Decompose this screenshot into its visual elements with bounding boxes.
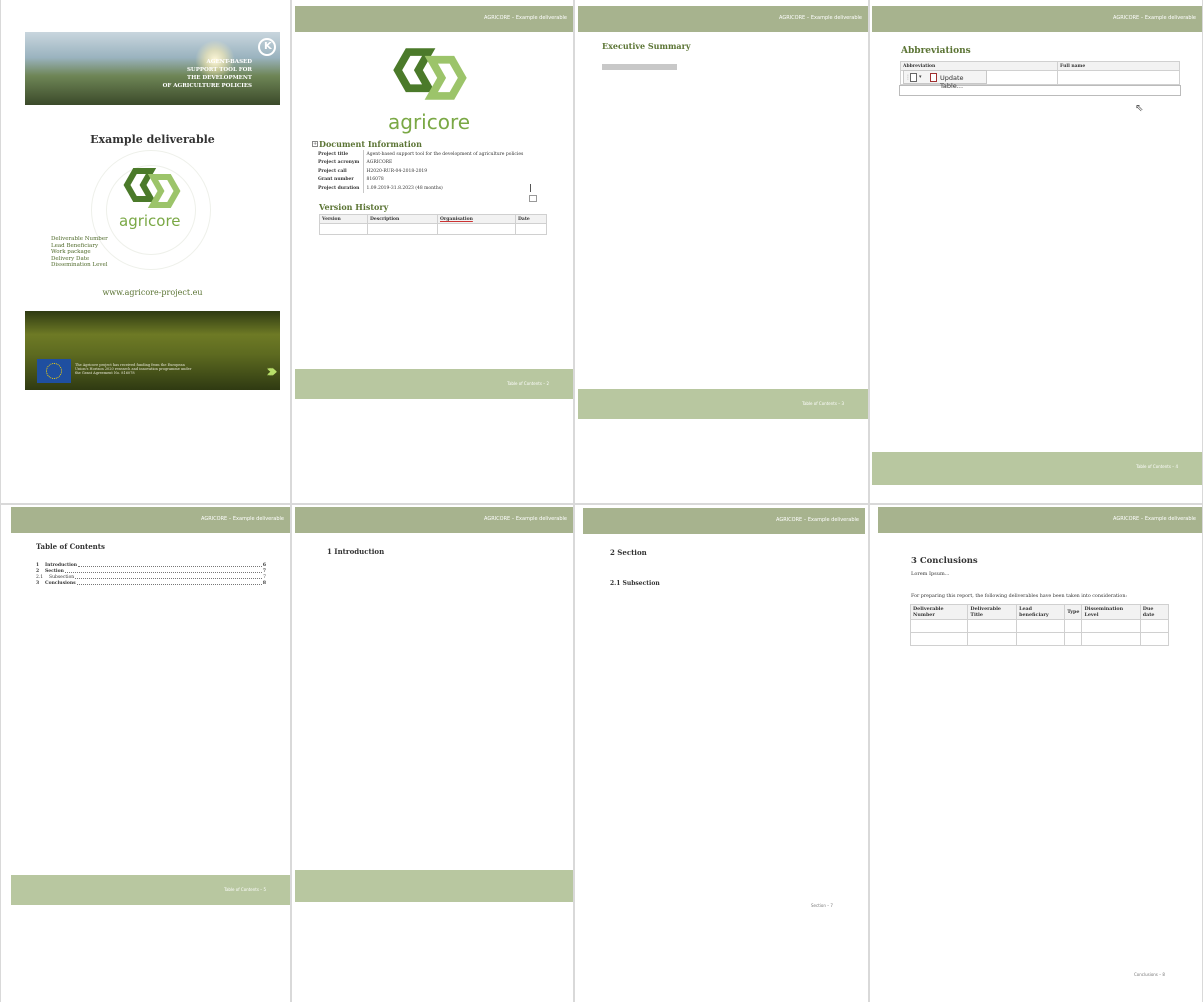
conclusions-body: Lorem Ipsum... [911, 571, 950, 577]
update-document-icon [930, 73, 937, 82]
agricore-logo-icon [393, 48, 467, 100]
introduction-heading: 1 Introduction [327, 547, 385, 556]
exec-summary-heading: Executive Summary [602, 41, 691, 51]
table-move-handle-icon[interactable]: + [312, 141, 318, 147]
update-table-label: Update Table... [940, 74, 964, 90]
doc-logo-text: agricore [388, 110, 471, 134]
doc-info-heading: Document Information [319, 139, 422, 149]
cover-title: Example deliverable [90, 133, 215, 146]
document-icon [910, 73, 917, 82]
conclusions-heading: 3 Conclusions [911, 556, 978, 566]
text-cursor [530, 184, 531, 192]
table-header-row: Deliverable Number Deliverable Title Lea… [909, 604, 1170, 620]
banner-line: AGENT-BASED [206, 59, 253, 65]
toc-entry[interactable]: 3 Conclusions 8 [36, 581, 266, 587]
page-footer [295, 870, 573, 902]
meta-label: Dissemination Level [51, 262, 108, 268]
website-link[interactable]: www.agricore-project.eu [25, 288, 280, 297]
page-executive-summary[interactable]: AGRICORE – Example deliverable Executive… [575, 0, 868, 503]
toc-list: 1 Introduction 6 2 Section 7 2.1 Subsection 7 … [36, 563, 266, 587]
cover-meta-list: Deliverable Number Lead Beneficiary Work… [51, 236, 108, 269]
page-header: AGRICORE – Example deliverable [295, 507, 573, 533]
deliverables-table: Deliverable Number Deliverable Title Lea… [909, 604, 1170, 646]
update-table-button[interactable]: ⋮ ▾ Update Table... [903, 70, 987, 90]
doc-info-table: Project title Agent-based support tool fo… [315, 150, 526, 193]
page-document-info[interactable]: AGRICORE – Example deliverable agricore … [292, 0, 573, 503]
k-logo-icon: K [258, 38, 276, 56]
dropdown-arrow-icon[interactable]: ▾ [919, 74, 922, 80]
page-header: AGRICORE – Example deliverable [872, 6, 1202, 32]
placeholder-text-bar [602, 64, 677, 70]
table-row: Project acronym AGRICORE [315, 158, 526, 167]
meta-label: Deliverable Number [51, 236, 108, 242]
banner-line: OF AGRICULTURE POLICIES [162, 83, 252, 89]
page-table-of-contents[interactable]: AGRICORE – Example deliverable Table of … [1, 505, 290, 1002]
subsection-heading: 2.1 Subsection [610, 580, 660, 587]
page-cover[interactable]: K AGENT-BASED SUPPORT TOOL FOR THE DEVEL… [1, 0, 290, 503]
chevron-right-icon: ››››› [266, 361, 278, 382]
version-history-heading: Version History [319, 202, 389, 212]
table-row: Project title Agent-based support tool fo… [315, 150, 526, 159]
cover-logo-text: agricore [119, 212, 181, 230]
table-row[interactable] [319, 223, 547, 235]
table-row[interactable] [909, 619, 1170, 633]
table-row: Grant number 816078 [315, 175, 526, 184]
toc-heading: Table of Contents [36, 542, 105, 551]
version-history-table: Version Description Organisation Date [319, 214, 547, 235]
agricore-logo-icon [123, 168, 181, 208]
page-footer-number: Conclusions – 8 [1134, 972, 1165, 977]
eu-flag-icon [37, 359, 71, 383]
page-footer-number: Section – 7 [811, 903, 833, 908]
section-heading: 2 Section [610, 548, 647, 557]
page-header: AGRICORE – Example deliverable [11, 507, 290, 533]
page-footer: Table of Contents – 2 [295, 369, 573, 399]
page-footer: Table of Contents – 4 [872, 452, 1202, 485]
table-row: Project call H2020-RUR-04-2018-2019 [315, 167, 526, 176]
conclusions-intro: For preparing this report, the following… [911, 594, 1128, 599]
banner-line: THE DEVELOPMENT [186, 75, 252, 81]
page-header: AGRICORE – Example deliverable [295, 6, 573, 32]
page-footer: Table of Contents – 5 [11, 875, 290, 905]
eu-funding-text: The Agricore project has received fundin… [75, 363, 192, 375]
page-header: AGRICORE – Example deliverable [583, 508, 865, 534]
table-header-row: Version Description Organisation Date [319, 214, 547, 224]
table-row[interactable] [909, 632, 1170, 646]
page-introduction[interactable]: AGRICORE – Example deliverable 1 Introdu… [292, 505, 573, 1002]
banner-line: SUPPORT TOOL FOR [186, 67, 252, 73]
checkbox[interactable] [529, 195, 537, 202]
abbreviations-heading: Abbreviations [901, 46, 971, 56]
wheat-field-image: The Agricore project has received fundin… [25, 311, 280, 390]
page-footer: Table of Contents – 3 [578, 389, 868, 419]
page-header: AGRICORE – Example deliverable [878, 507, 1202, 533]
page-section[interactable]: AGRICORE – Example deliverable 2 Section… [575, 505, 868, 1002]
cover-banner-image: K AGENT-BASED SUPPORT TOOL FOR THE DEVEL… [25, 32, 280, 105]
page-header: AGRICORE – Example deliverable [578, 6, 868, 32]
mouse-cursor-icon: ⇖ [1135, 103, 1144, 114]
page-conclusions[interactable]: AGRICORE – Example deliverable 3 Conclus… [870, 505, 1202, 1002]
table-row: Project duration 1.09.2019-31.8.2023 (48 … [315, 184, 526, 193]
